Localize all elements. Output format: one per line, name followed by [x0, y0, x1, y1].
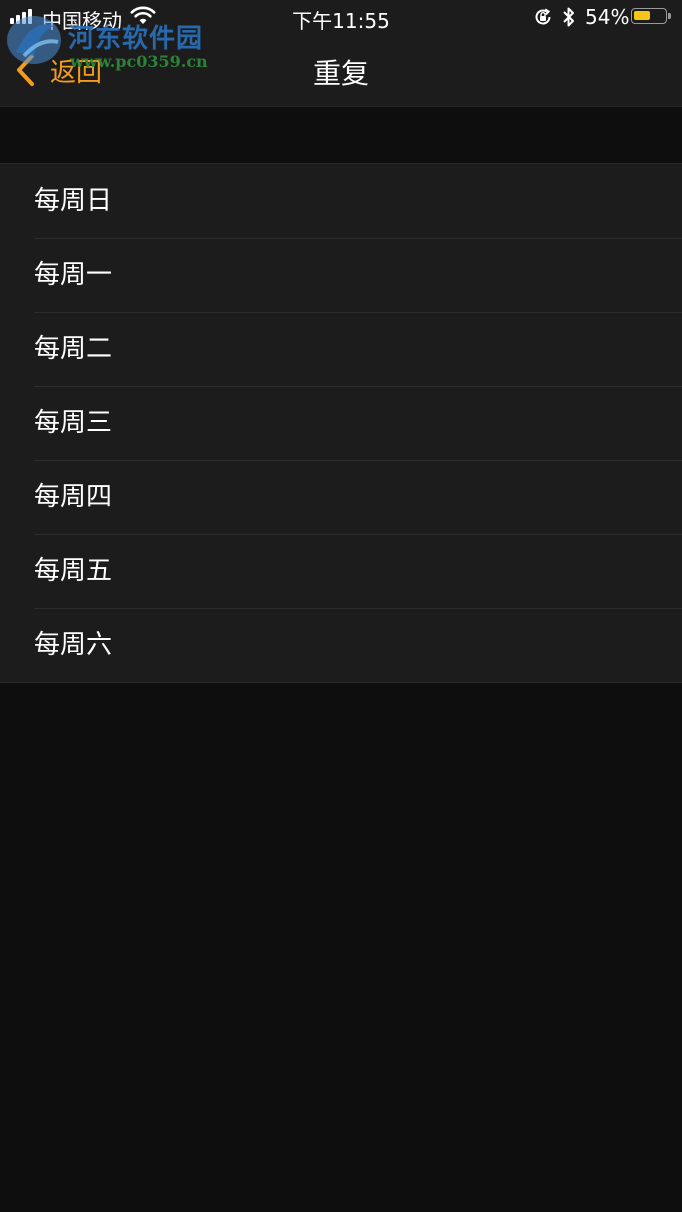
page-title: 重复 — [312, 57, 369, 90]
orientation-lock-icon — [535, 8, 551, 25]
list-item[interactable]: 每周六 — [0, 608, 682, 682]
battery-level-fill — [634, 11, 650, 20]
list-item[interactable]: 每周二 — [0, 312, 682, 386]
battery-icon — [631, 8, 667, 24]
list-item[interactable]: 每周一 — [0, 238, 682, 312]
header: 中国移动 下午11:55 54% 返回 重复 河东软件园 www.pc0359.… — [0, 0, 682, 107]
status-time: 下午11:55 — [292, 9, 390, 33]
navigation-bar: 返回 重复 — [0, 36, 682, 106]
bluetooth-icon — [563, 7, 574, 27]
status-bar: 中国移动 下午11:55 54% — [0, 0, 682, 36]
list-item[interactable]: 每周五 — [0, 534, 682, 608]
screen: 中国移动 下午11:55 54% 返回 重复 河东软件园 www.pc0359.… — [0, 0, 682, 1212]
battery-percent: 54% — [585, 5, 630, 29]
list-item[interactable]: 每周日 — [0, 164, 682, 238]
repeat-options-list: 每周日 每周一 每周二 每周三 每周四 每周五 每周六 — [0, 163, 682, 683]
list-item[interactable]: 每周四 — [0, 460, 682, 534]
list-item[interactable]: 每周三 — [0, 386, 682, 460]
battery-tip — [668, 13, 671, 19]
